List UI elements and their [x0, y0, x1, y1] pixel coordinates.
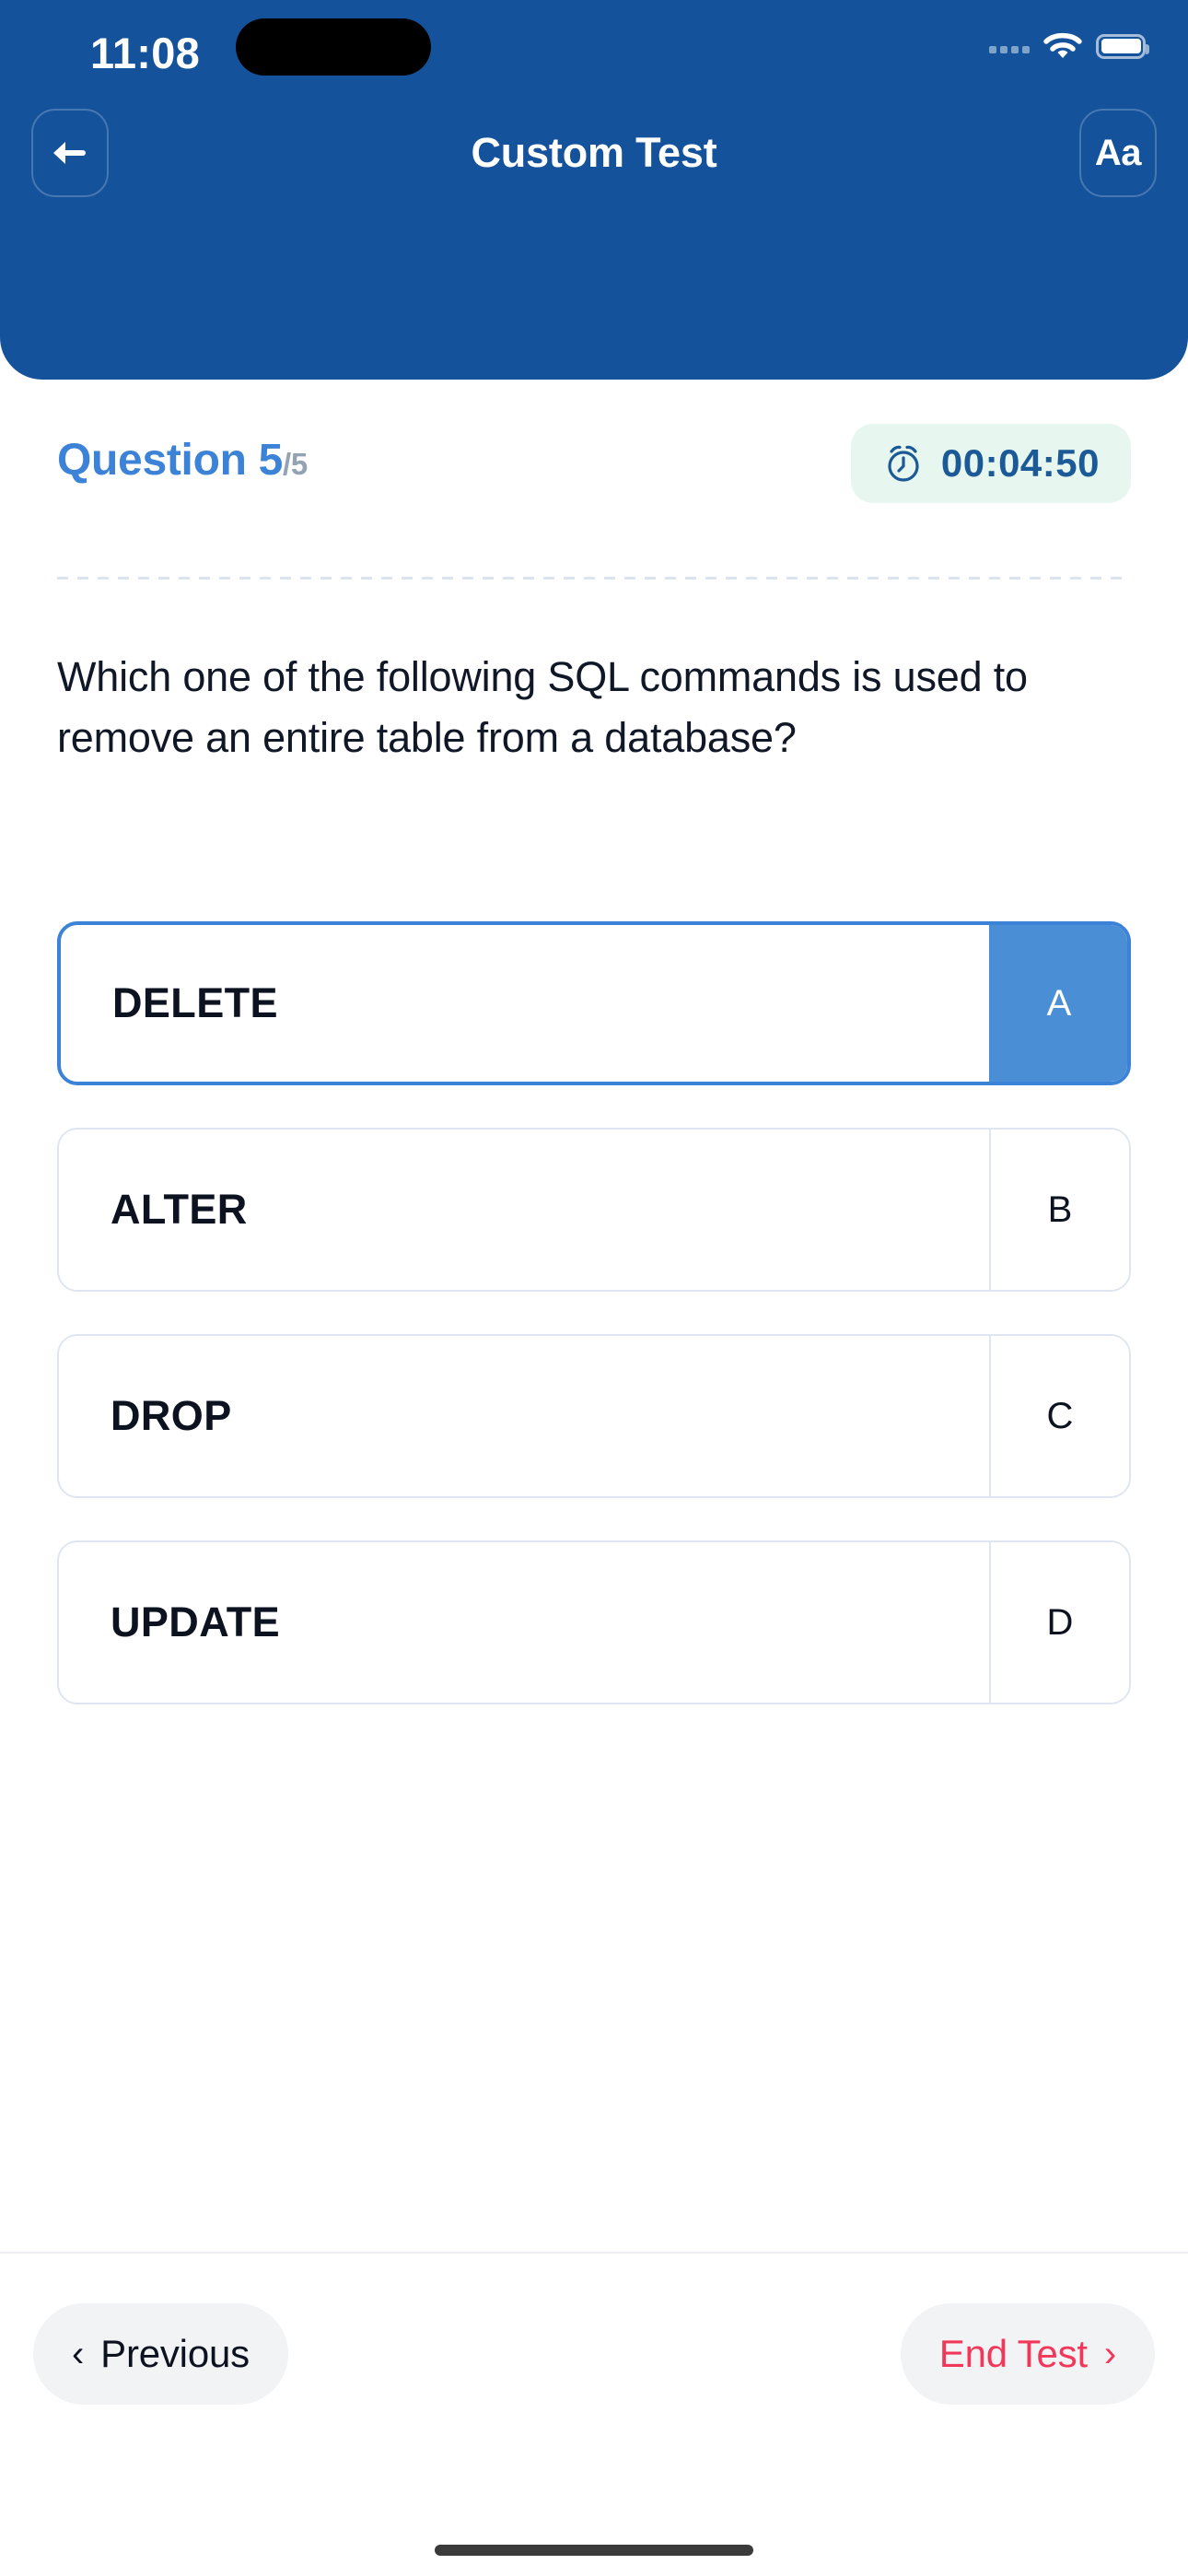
status-bar: 11:08: [0, 0, 1188, 101]
option-b-label: ALTER: [111, 1186, 248, 1234]
dynamic-island: [236, 18, 431, 76]
option-a-label: DELETE: [112, 979, 278, 1027]
end-test-button-label: End Test: [939, 2332, 1088, 2376]
status-bar-icons: [989, 26, 1146, 66]
option-a-letter: A: [989, 921, 1129, 1085]
wifi-icon: [1042, 30, 1083, 62]
option-d-letter: D: [989, 1540, 1129, 1704]
page-title: Custom Test: [0, 129, 1188, 177]
previous-button-label: Previous: [100, 2332, 250, 2376]
bottom-navigation-bar: ‹ Previous End Test ›: [0, 2252, 1188, 2576]
question-counter-current: Question 5: [57, 436, 283, 485]
timer-value: 00:04:50: [941, 441, 1100, 486]
timer-badge: 00:04:50: [851, 424, 1131, 503]
option-c[interactable]: DROP C: [57, 1334, 1131, 1498]
previous-button[interactable]: ‹ Previous: [33, 2303, 288, 2405]
option-b[interactable]: ALTER B: [57, 1128, 1131, 1292]
options-list: DELETE A ALTER B DROP C UPDATE D: [57, 921, 1131, 1747]
app-header: 11:08 Aa Custom Test: [0, 0, 1188, 380]
signal-dots-icon: [989, 39, 1030, 53]
battery-icon: [1096, 34, 1146, 59]
option-b-letter: B: [989, 1128, 1129, 1292]
chevron-right-icon: ›: [1104, 2336, 1116, 2372]
option-c-letter: C: [989, 1334, 1129, 1498]
option-d-label: UPDATE: [111, 1598, 280, 1646]
divider: [57, 577, 1131, 580]
question-text: Which one of the following SQL commands …: [57, 647, 1144, 768]
end-test-button[interactable]: End Test ›: [901, 2303, 1155, 2405]
alarm-clock-icon: [882, 442, 925, 485]
home-indicator[interactable]: [435, 2545, 753, 2556]
status-bar-time: 11:08: [90, 28, 200, 78]
chevron-left-icon: ‹: [72, 2336, 84, 2372]
question-meta-row: Question 5/5 00:04:50: [0, 426, 1188, 518]
option-d[interactable]: UPDATE D: [57, 1540, 1131, 1704]
question-counter-total: /5: [283, 447, 308, 481]
option-a[interactable]: DELETE A: [57, 921, 1131, 1085]
option-c-label: DROP: [111, 1392, 232, 1440]
question-counter: Question 5/5: [57, 435, 308, 486]
